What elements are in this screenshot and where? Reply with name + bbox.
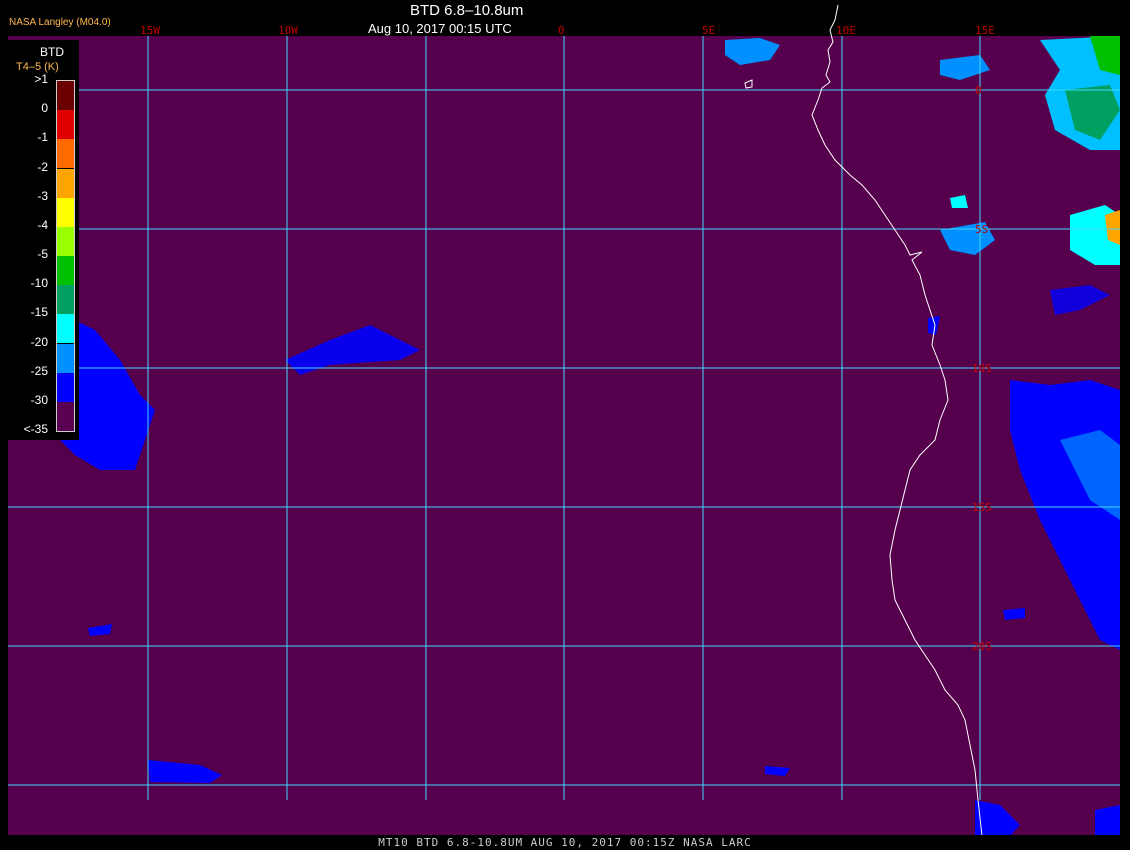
- legend-tick-label: -10: [30, 276, 48, 291]
- lat-label-20s: 20S: [972, 640, 992, 653]
- lon-label-10w: 10W: [278, 24, 298, 37]
- legend-tick-label: -2: [37, 159, 48, 174]
- color-legend: BTD T4–5 (K) >1 0 -1 -2 -3 -4 -5 -10 -15 -20 -25 -3…: [8, 40, 79, 440]
- legend-swatch: [57, 197, 74, 227]
- legend-tick-label: 0: [41, 101, 48, 116]
- legend-swatch: [57, 256, 74, 286]
- legend-tick-label: -1: [37, 130, 48, 145]
- legend-title: BTD: [40, 45, 64, 59]
- lon-label-15w: 15W: [140, 24, 160, 37]
- color-scale-bar: [56, 80, 75, 432]
- legend-tick-label: -25: [30, 363, 48, 378]
- legend-swatch: [57, 168, 74, 198]
- legend-swatch: [57, 343, 74, 373]
- legend-swatch: [57, 401, 74, 431]
- footer-caption: MT10 BTD 6.8-10.8UM AUG 10, 2017 00:15Z …: [0, 835, 1130, 850]
- legend-tick-label: -4: [37, 217, 48, 232]
- legend-swatch: [57, 372, 74, 402]
- legend-tick-label: -20: [30, 334, 48, 349]
- legend-swatch: [57, 110, 74, 140]
- lat-label-5s: 5S: [975, 223, 988, 236]
- legend-tick-label: -15: [30, 305, 48, 320]
- legend-tick-label: -5: [37, 247, 48, 261]
- lon-label-15e: 15E: [975, 24, 995, 37]
- lon-label-5e: 5E: [702, 24, 715, 37]
- lat-label-10s: 10S: [972, 362, 992, 375]
- map-window: { "header": { "credit": "NASA Langley (M…: [0, 0, 1130, 850]
- legend-swatch: [57, 226, 74, 256]
- legend-swatch: [57, 314, 74, 344]
- legend-tick-label: -3: [37, 188, 48, 203]
- legend-tick-label: <-35: [23, 422, 48, 436]
- lat-label-15s: 15S: [972, 501, 992, 514]
- legend-swatch: [57, 139, 74, 169]
- legend-tick-label: >1: [34, 72, 48, 86]
- legend-swatch: [57, 285, 74, 315]
- lon-label-10e: 10E: [836, 24, 856, 37]
- lon-label-0: 0: [558, 24, 565, 37]
- legend-swatch: [57, 81, 74, 111]
- satellite-map: 15W 10W 0 5E 10E 15E 0 5S 10S 15S 20S: [8, 4, 1120, 837]
- lat-label-0: 0: [975, 84, 982, 97]
- legend-tick-label: -30: [30, 392, 48, 407]
